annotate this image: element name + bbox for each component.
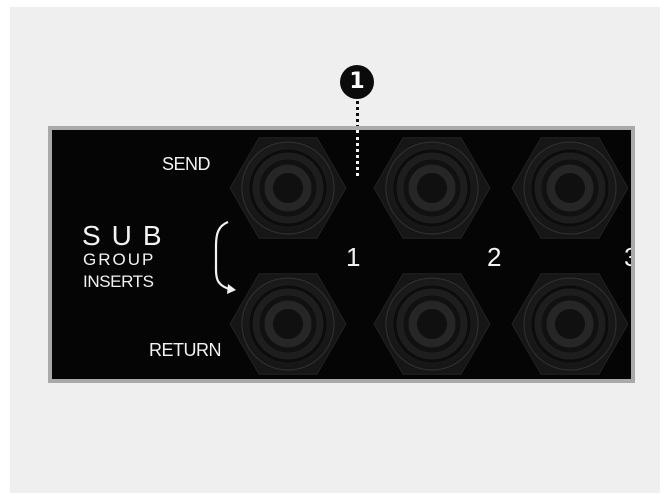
jack-return-2 xyxy=(373,273,491,375)
callout-number: 1 xyxy=(349,69,365,94)
jack-send-2 xyxy=(373,137,491,239)
jack-return-3 xyxy=(511,273,629,375)
sub-group-inserts-panel: SEND RETURN SUB GROUP INSERTS 1 2 3 xyxy=(48,126,635,383)
return-label: RETURN xyxy=(149,340,222,360)
bracket-arrow xyxy=(214,220,233,292)
channel-1-number: 1 xyxy=(346,242,361,272)
channel-3-number: 3 xyxy=(624,242,631,273)
jack-return-1 xyxy=(229,273,347,375)
group-title: GROUP xyxy=(83,250,156,269)
callout-marker: 1 xyxy=(340,65,374,99)
send-label: SEND xyxy=(162,154,211,174)
jack-send-1 xyxy=(229,137,347,239)
bracket-arrowhead xyxy=(227,284,236,294)
inserts-title: INSERTS xyxy=(83,272,154,291)
channel-2-number: 2 xyxy=(487,242,502,272)
jack-send-3 xyxy=(511,137,629,239)
sub-title: SUB xyxy=(82,220,173,251)
callout-leader-line-inner xyxy=(356,130,359,176)
